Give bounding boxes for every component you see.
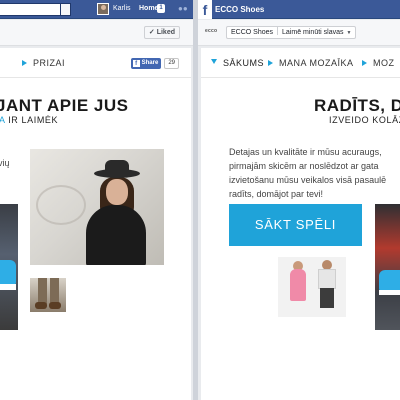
liked-label: Liked	[156, 29, 175, 36]
bicycle-shape	[36, 185, 86, 225]
shoe-shape	[35, 302, 47, 309]
arrow-right-icon	[362, 60, 367, 66]
page-paragraph-right: Detajas un kvalitāte ir mūsu acuraugs, p…	[229, 147, 387, 199]
page-tab-select[interactable]: ECCO Shoes Laimē minūti slavas ▼	[226, 26, 357, 39]
leg-shape	[38, 278, 47, 304]
nav-item-mosaic-cut[interactable]: MOZ	[362, 58, 395, 68]
arrow-right-icon	[268, 60, 273, 66]
facebook-top-bar-right: f ECCO Shoes	[198, 0, 400, 19]
friends-icon[interactable]: ●●	[178, 5, 188, 13]
facebook-f-icon: f	[132, 60, 140, 67]
face-shape	[106, 179, 128, 205]
left-browser-pane: Karlis Home 1 ●● ✓ Liked PRIZAI f Share 29…	[0, 0, 193, 400]
facebook-top-bar: Karlis Home 1 ●●	[0, 0, 193, 19]
page-paragraph-left: vių	[0, 158, 10, 168]
woman-in-hat-photo[interactable]	[30, 149, 164, 265]
shoe-shape	[49, 302, 61, 309]
leg-shape	[50, 278, 59, 304]
sneaker-photo-right[interactable]	[375, 204, 400, 330]
check-icon: ✓	[148, 29, 155, 36]
nav-item-prizes[interactable]: PRIZAI	[22, 58, 65, 68]
ecco-logo: ecco	[205, 28, 218, 34]
share-button[interactable]: f Share	[130, 58, 162, 69]
brown-shoes-thumbnail[interactable]	[30, 278, 66, 312]
facebook-search-input[interactable]	[0, 3, 68, 16]
screen: Karlis Home 1 ●● ✓ Liked PRIZAI f Share 29…	[0, 0, 400, 400]
page-subhead-left: A IR LAIMĖK	[0, 115, 59, 125]
home-notification-badge: 1	[157, 4, 165, 13]
jacket-shape	[86, 205, 146, 265]
search-icon[interactable]	[60, 3, 71, 16]
start-game-button[interactable]: SĀKT SPĒLI	[229, 204, 362, 246]
user-name-link[interactable]: Karlis	[113, 5, 131, 12]
fb-page-title[interactable]: ECCO Shoes	[215, 5, 264, 14]
select-separator	[277, 27, 279, 35]
share-count: 29	[164, 58, 179, 69]
user-avatar[interactable]	[97, 3, 109, 15]
page-headline-right: RADĪTS, DON	[314, 96, 400, 115]
facebook-share-widget: f Share 29	[130, 58, 179, 69]
nav-item-my-mosaic[interactable]: MANA MOZAĪKA	[268, 58, 354, 68]
home-link[interactable]: Home	[139, 5, 158, 12]
couple-photo[interactable]	[278, 257, 346, 317]
liked-button[interactable]: ✓ Liked	[143, 26, 180, 39]
facebook-logo-icon[interactable]: f	[198, 0, 212, 19]
app-canvas-right: SĀKUMS MANA MOZAĪKA MOZ RADĪTS, DON IZVE…	[201, 48, 400, 400]
sole-shape	[379, 290, 400, 295]
hat-shape	[94, 160, 140, 178]
page-subhead-right: IZVEIDO KOLĀŽ	[329, 115, 400, 125]
shirt-shape	[318, 269, 336, 289]
sole-shape	[0, 284, 16, 290]
app-nav-left: PRIZAI f Share 29	[0, 48, 191, 78]
arrow-right-icon	[22, 60, 27, 66]
app-nav-right: SĀKUMS MANA MOZAĪKA MOZ	[201, 48, 400, 78]
pink-dress-shape	[290, 269, 306, 301]
page-headline-left: JANT APIE JUS	[0, 96, 129, 115]
right-browser-pane: f ECCO Shoes ecco ECCO Shoes Laimē minūti…	[198, 0, 400, 400]
nav-item-home[interactable]: SĀKUMS	[211, 58, 264, 68]
shorts-shape	[320, 288, 334, 308]
app-canvas-left: PRIZAI f Share 29 JANT APIE JUS A IR LAIM…	[0, 48, 191, 400]
page-header-strip: ✓ Liked	[0, 20, 193, 46]
arrow-down-icon	[211, 59, 217, 64]
caret-down-icon: ▼	[346, 30, 352, 36]
page-header-strip-right: ecco ECCO Shoes Laimē minūti slavas ▼	[198, 20, 400, 46]
sneaker-photo-left[interactable]	[0, 204, 18, 330]
